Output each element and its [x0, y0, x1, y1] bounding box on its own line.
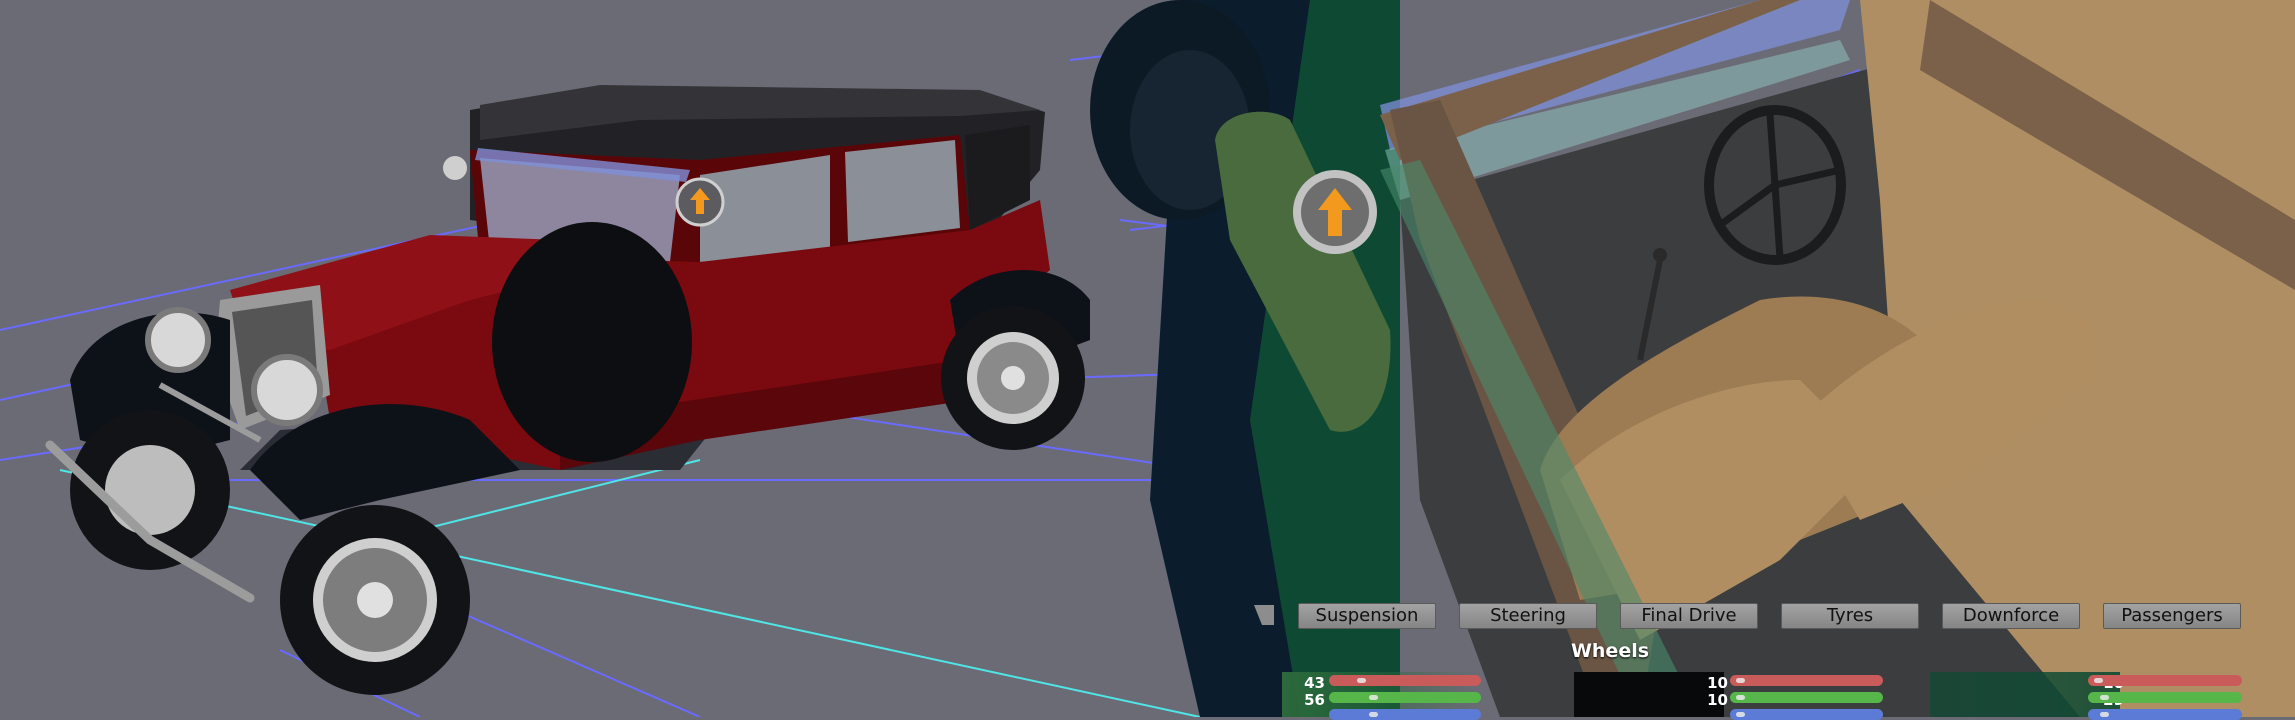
- wheel-bar-green[interactable]: [2088, 692, 2242, 703]
- wheel-bar-red[interactable]: [1329, 675, 1481, 686]
- tab-downforce[interactable]: Downforce: [1942, 603, 2080, 629]
- wheel-bar-blue[interactable]: [1329, 709, 1481, 720]
- wheel-value: 10: [1707, 674, 1728, 692]
- wheel-bar-blue[interactable]: [2088, 709, 2242, 720]
- wheel-panel-2: 10 10: [1574, 672, 1728, 717]
- wheel-bar-blue[interactable]: [1730, 709, 1883, 720]
- tab-final-drive[interactable]: Final Drive: [1620, 603, 1758, 629]
- tab-tyres[interactable]: Tyres: [1781, 603, 1919, 629]
- tab-passengers[interactable]: Passengers: [2103, 603, 2241, 629]
- wheel-bar-red[interactable]: [2088, 675, 2242, 686]
- tab-steering[interactable]: Steering: [1459, 603, 1597, 629]
- wheel-value: 43: [1304, 674, 1325, 692]
- wheel-bar-green[interactable]: [1329, 692, 1481, 703]
- wheel-value: 10: [1707, 691, 1728, 709]
- wheel-bar-red[interactable]: [1730, 675, 1883, 686]
- tab-suspension[interactable]: Suspension: [1298, 603, 1436, 629]
- red-car-model: [45, 85, 1090, 695]
- wheel-bar-green[interactable]: [1730, 692, 1883, 703]
- section-title-wheels: Wheels: [1570, 640, 1650, 662]
- wheel-value: 56: [1304, 691, 1325, 709]
